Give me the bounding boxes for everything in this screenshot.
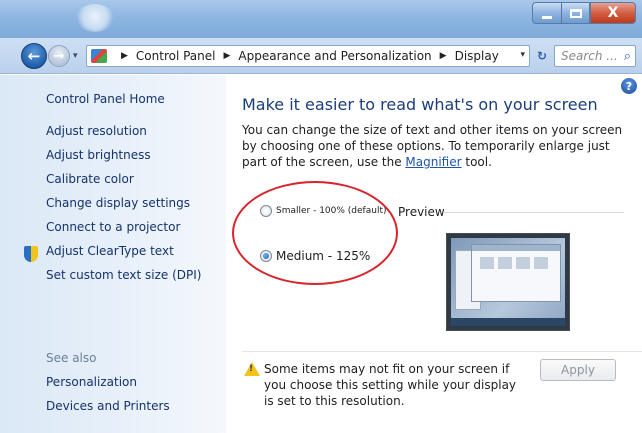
close-button[interactable]: X — [590, 2, 636, 24]
forward-arrow-icon: → — [53, 48, 65, 64]
warning-icon-mark: ! — [249, 364, 254, 374]
forward-button[interactable]: → — [48, 45, 70, 67]
chevron-right-icon[interactable]: ▶ — [440, 51, 447, 61]
breadcrumb-control-panel[interactable]: Control Panel — [136, 49, 216, 63]
adjust-cleartype-link[interactable]: Adjust ClearType text — [46, 244, 174, 258]
window-controls: X — [532, 2, 636, 26]
minimize-button[interactable] — [532, 2, 561, 24]
warning-message: Some items may not fit on your screen if… — [264, 362, 517, 408]
chevron-right-icon[interactable]: ▶ — [121, 51, 128, 61]
preview-tile — [516, 257, 530, 269]
search-box[interactable]: ⌕ — [554, 45, 636, 67]
refresh-icon: ↻ — [536, 49, 548, 63]
adjust-resolution-link[interactable]: Adjust resolution — [46, 124, 147, 138]
control-panel-icon — [91, 49, 107, 63]
back-arrow-icon: ← — [27, 47, 41, 65]
help-icon: ? — [625, 79, 633, 93]
search-icon[interactable]: ⌕ — [624, 49, 631, 64]
help-button[interactable]: ? — [621, 78, 637, 94]
preview-divider — [444, 212, 624, 213]
preview-tile — [534, 257, 548, 269]
calibrate-color-link[interactable]: Calibrate color — [46, 172, 134, 186]
left-navigation-pane: Control Panel Home Adjust resolution Adj… — [0, 75, 226, 433]
control-panel-home-link[interactable]: Control Panel Home — [46, 92, 165, 106]
shield-icon — [24, 246, 38, 262]
minimize-icon — [542, 15, 552, 19]
chevron-right-icon[interactable]: ▶ — [224, 51, 231, 61]
maximize-icon — [569, 8, 582, 18]
page-title: Make it easier to read what's on your sc… — [242, 95, 598, 114]
personalization-link[interactable]: Personalization — [46, 375, 137, 389]
address-bar[interactable]: ▶ Control Panel ▶ Appearance and Persona… — [86, 45, 530, 67]
page-description: You can change the size of text and othe… — [242, 122, 634, 170]
main-content: ? Make it easier to read what's on your … — [226, 75, 642, 433]
see-also-heading: See also — [46, 351, 97, 365]
close-icon: X — [607, 5, 619, 21]
connect-to-projector-link[interactable]: Connect to a projector — [46, 220, 180, 234]
title-bar: X — [0, 0, 642, 38]
preview-screen — [451, 238, 565, 326]
recent-pages-dropdown[interactable]: ▾ — [73, 51, 78, 61]
magnifier-link[interactable]: Magnifier — [405, 155, 461, 169]
preview-image — [446, 233, 570, 331]
breadcrumb-display[interactable]: Display — [455, 49, 499, 63]
set-custom-text-size-link[interactable]: Set custom text size (DPI) — [46, 268, 201, 282]
maximize-button[interactable] — [561, 2, 590, 24]
preview-tile — [480, 257, 494, 269]
adjust-brightness-link[interactable]: Adjust brightness — [46, 148, 151, 162]
breadcrumb-appearance-and-personalization[interactable]: Appearance and Personalization — [238, 49, 431, 63]
section-divider — [242, 351, 642, 352]
preview-window-titlebar — [472, 245, 560, 251]
apply-button[interactable]: Apply — [540, 359, 616, 381]
preview-window-main — [471, 244, 561, 302]
preview-taskbar — [451, 318, 565, 326]
search-input[interactable] — [561, 49, 621, 63]
description-text-end: tool. — [461, 155, 492, 169]
back-button[interactable]: ← — [21, 43, 47, 69]
address-dropdown-icon[interactable]: ▾ — [520, 50, 525, 60]
refresh-button[interactable]: ↻ — [532, 45, 552, 67]
navigation-bar: ← → ▾ ▶ Control Panel ▶ Appearance and P… — [0, 38, 642, 74]
preview-tile — [498, 257, 512, 269]
change-display-settings-link[interactable]: Change display settings — [46, 196, 190, 210]
title-bar-orb — [76, 4, 114, 32]
devices-and-printers-link[interactable]: Devices and Printers — [46, 399, 170, 413]
preview-heading: Preview — [398, 205, 445, 219]
annotation-circle — [232, 181, 398, 285]
